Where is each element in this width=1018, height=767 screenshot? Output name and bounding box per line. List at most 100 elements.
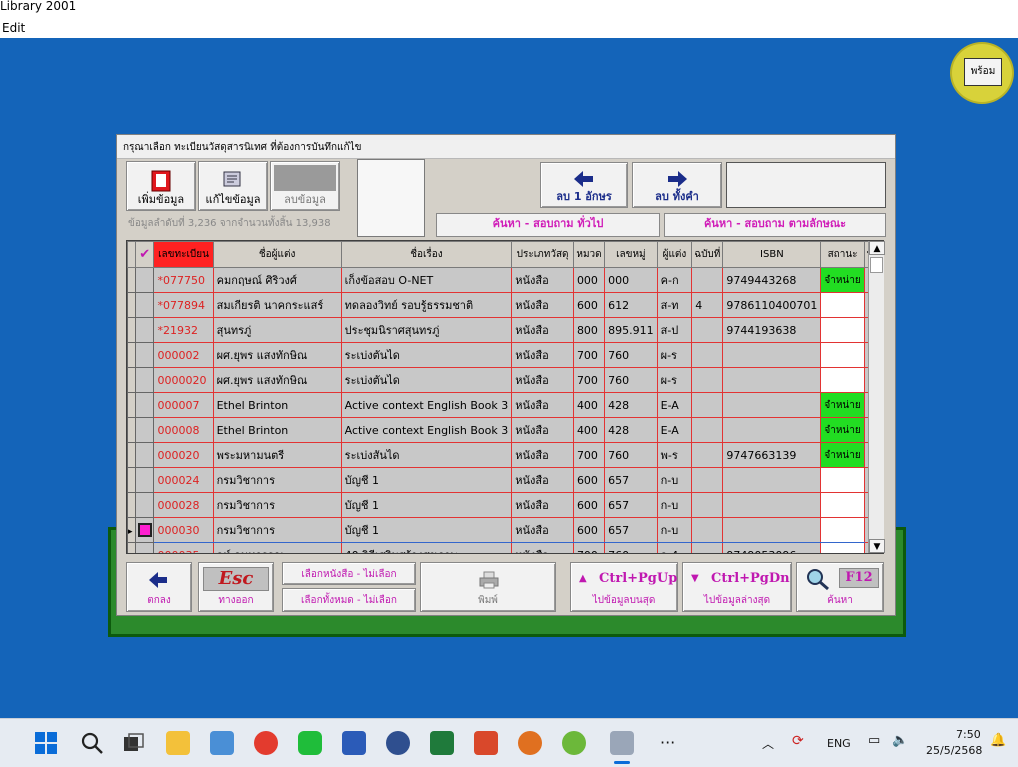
cell-category[interactable]: 600 [572, 292, 606, 318]
backspace-button[interactable]: ลบ 1 อักษร [540, 162, 628, 208]
cell-call-no[interactable]: 760 [604, 542, 658, 553]
cell-reg-no[interactable]: 000035 [153, 542, 214, 553]
cell-title[interactable]: ระเบ่งตันได [340, 342, 513, 368]
cell-author[interactable]: Ethel Brinton [212, 392, 342, 418]
cell-author[interactable]: อนุ์ อนุทวรรณ [212, 542, 342, 553]
volume-icon[interactable]: 🔈 [892, 733, 908, 748]
cell-author-code[interactable]: ส-ป [656, 317, 693, 343]
cell-copy[interactable] [691, 367, 724, 393]
row-checkbox[interactable] [134, 492, 155, 518]
library-app-icon[interactable] [610, 731, 634, 755]
go-bottom-button[interactable]: ▼ Ctrl+PgDn ไปข้อมูลล่างสุด [682, 562, 792, 612]
cell-status[interactable] [820, 317, 865, 343]
row-selector[interactable] [127, 367, 136, 393]
table-row[interactable]: 000020 พระมหามนตรี ระเบ่งสันได หนังสือ 700 76… [127, 442, 883, 468]
cell-type[interactable]: หนังสือ [511, 342, 574, 368]
cell-isbn[interactable] [722, 392, 822, 418]
cell-title[interactable]: Active context English Book 3 [340, 392, 513, 418]
windows-start-icon[interactable] [34, 731, 58, 755]
row-checkbox[interactable] [134, 317, 155, 343]
cell-category[interactable]: 800 [572, 317, 606, 343]
cell-copy[interactable] [691, 492, 724, 518]
more-apps-icon[interactable]: ··· [660, 733, 675, 752]
table-row[interactable]: 000007 Ethel Brinton Active context Englis… [127, 392, 883, 418]
cell-title[interactable]: 40 วิธีเสริมสร้างสุขภาพ [340, 542, 513, 553]
row-selector[interactable] [127, 267, 136, 293]
check-header[interactable]: ✔ [134, 241, 155, 268]
cell-copy[interactable] [691, 317, 724, 343]
row-checkbox[interactable] [134, 267, 155, 293]
cell-copy[interactable] [691, 467, 724, 493]
word-icon[interactable] [342, 731, 366, 755]
cell-author-code[interactable]: อ-4 [656, 542, 693, 553]
cell-copy[interactable] [691, 517, 724, 543]
cell-author[interactable]: กรมวิชาการ [212, 467, 342, 493]
cell-author[interactable]: ผศ.ยุพร แสงทักษิณ [212, 367, 342, 393]
row-checkbox[interactable] [134, 367, 155, 393]
cell-category[interactable]: 700 [572, 542, 606, 553]
cell-status[interactable] [820, 492, 865, 518]
table-row[interactable]: *077750 คมกฤษณ์ ศิริวงศ์ เก็งข้อสอบ O-NET ห… [127, 267, 883, 293]
cell-reg-no[interactable]: 000007 [153, 392, 214, 418]
cell-call-no[interactable]: 000 [604, 267, 658, 293]
cell-copy[interactable] [691, 417, 724, 443]
row-selector[interactable] [127, 542, 136, 553]
cell-type[interactable]: หนังสือ [511, 442, 574, 468]
row-checkbox[interactable] [134, 442, 155, 468]
cell-isbn[interactable] [722, 417, 822, 443]
cell-status[interactable] [820, 367, 865, 393]
cell-isbn[interactable]: 9749053096 [722, 542, 822, 553]
row-selector[interactable] [127, 442, 136, 468]
cell-type[interactable]: หนังสือ [511, 317, 574, 343]
cell-copy[interactable] [691, 542, 724, 553]
cell-type[interactable]: หนังสือ [511, 367, 574, 393]
cell-type[interactable]: หนังสือ [511, 267, 574, 293]
network-icon[interactable]: ▭ [868, 733, 880, 748]
cell-type[interactable]: หนังสือ [511, 292, 574, 318]
row-selector[interactable] [127, 342, 136, 368]
cell-author-code[interactable]: ผ-ร [656, 367, 693, 393]
col-category[interactable]: หมวด [572, 241, 606, 268]
cell-reg-no[interactable]: 000008 [153, 417, 214, 443]
cell-author[interactable]: พระมหามนตรี [212, 442, 342, 468]
clock-date[interactable]: 25/5/2568 [926, 744, 982, 757]
cell-category[interactable]: 700 [572, 342, 606, 368]
table-row[interactable]: 000035อนุ์ อนุทวรรณ40 วิธีเสริมสร้างสุขภ… [127, 542, 883, 553]
cell-author[interactable]: สมเกียรติ นาคกระแสร์ [212, 292, 342, 318]
cell-call-no[interactable]: 657 [604, 492, 658, 518]
row-selector[interactable] [127, 292, 136, 318]
cell-reg-no[interactable]: 000024 [153, 467, 214, 493]
clear-word-button[interactable]: ลบ ทั้งคำ [632, 162, 722, 208]
cell-call-no[interactable]: 895.911 [604, 317, 658, 343]
row-selector[interactable] [127, 417, 136, 443]
notification-bell-icon[interactable]: 🔔 [990, 733, 1006, 748]
search-f12-button[interactable]: F12 ค้นหา [796, 562, 884, 612]
cell-title[interactable]: ระเบ่งสันได [340, 442, 513, 468]
media-player-icon[interactable] [386, 731, 410, 755]
col-reg-no[interactable]: เลขทะเบียน [153, 241, 214, 268]
scroll-down-icon[interactable]: ▼ [869, 539, 885, 553]
col-type[interactable]: ประเภทวัสดุ [511, 241, 574, 268]
ok-button[interactable]: ตกลง [126, 562, 192, 612]
cell-title[interactable]: บัญชี 1 [340, 492, 513, 518]
row-checkbox[interactable] [134, 342, 155, 368]
cell-isbn[interactable] [722, 517, 822, 543]
table-row[interactable]: 0000020 ผศ.ยุพร แสงทักษิณ ระเบ่งตันได หนังส… [127, 367, 883, 393]
cell-title[interactable]: เก็งข้อสอบ O-NET [340, 267, 513, 293]
excel-icon[interactable] [430, 731, 454, 755]
cell-status[interactable]: จำหน่าย [820, 392, 865, 418]
cell-title[interactable]: บัญชี 1 [340, 467, 513, 493]
cell-category[interactable]: 400 [572, 417, 606, 443]
cell-type[interactable]: หนังสือ [511, 492, 574, 518]
cell-copy[interactable] [691, 392, 724, 418]
cell-call-no[interactable]: 428 [604, 417, 658, 443]
cell-author[interactable]: กรมวิชาการ [212, 517, 342, 543]
scroll-thumb[interactable] [870, 257, 883, 273]
table-row[interactable]: 000008 Ethel Brinton Active context Englis… [127, 417, 883, 443]
cell-category[interactable]: 000 [572, 267, 606, 293]
cell-isbn[interactable] [722, 467, 822, 493]
search-icon[interactable] [80, 731, 104, 755]
cell-call-no[interactable]: 760 [604, 342, 658, 368]
cell-reg-no[interactable]: 000020 [153, 442, 214, 468]
fox-app-icon[interactable] [518, 731, 542, 755]
